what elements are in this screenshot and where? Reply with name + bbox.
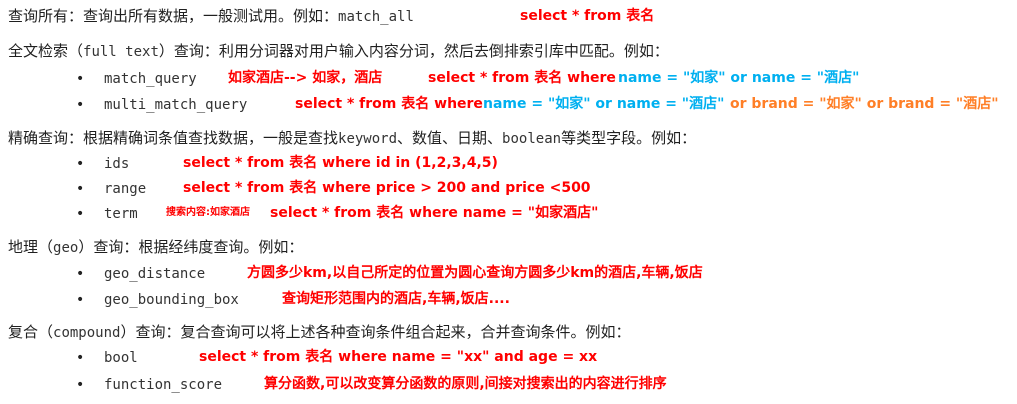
- query-term: function_score: [104, 377, 223, 393]
- example-note: 查询矩形范围内的酒店,车辆,饭店....: [282, 291, 510, 307]
- section-text: 、数值、日期、: [397, 129, 503, 147]
- list-item-term: • term 搜索内容:如家酒店 select * from 表名 where n…: [76, 202, 598, 225]
- section-compound: 复合（compound）查询：复合查询可以将上述各种查询条件组合起来，合并查询条…: [8, 321, 630, 344]
- section-text: 等类型字段。例如：: [561, 129, 697, 147]
- bullet: •: [76, 292, 85, 308]
- example-note: 算分函数,可以改变算分函数的原则,间接对搜索出的内容进行排序: [264, 376, 667, 392]
- query-term: compound: [53, 325, 121, 341]
- search-content-note: 搜索内容:如家酒店: [166, 207, 250, 218]
- example-note: 如家酒店--> 如家，酒店: [228, 70, 383, 86]
- sql-example: select * from 表名 where id in (1,2,3,4,5): [183, 155, 498, 171]
- list-item-multi-match-query: • multi_match_query select * from 表名 wher…: [76, 93, 999, 116]
- query-term: range: [104, 181, 147, 197]
- list-item-ids: • ids select * from 表名 where id in (1,2,3…: [76, 152, 498, 175]
- sql-example: select * from 表名 where name = "xx" and a…: [199, 349, 598, 365]
- bullet: •: [76, 377, 85, 393]
- sql-example: select * from 表名 where price > 200 and p…: [183, 180, 591, 196]
- list-item-bool: • bool select * from 表名 where name = "xx"…: [76, 346, 597, 369]
- section-text: ）查询：根据经纬度查询。例如：: [78, 238, 304, 256]
- query-term: term: [104, 206, 138, 222]
- section-exact: 精确查询：根据精确词条值查找数据，一般是查找keyword、数值、日期、bool…: [8, 127, 696, 150]
- bullet: •: [76, 206, 85, 222]
- sql-example: select * from 表名 where name = "如家酒店": [270, 205, 599, 221]
- query-term: match_query: [104, 71, 197, 87]
- section-text: ）查询：利用分词器对用户输入内容分词，然后去倒排索引库中匹配。例如：: [158, 42, 669, 60]
- query-term: match_all: [338, 9, 414, 25]
- list-item-function-score: • function_score 算分函数,可以改变算分函数的原则,间接对搜索出的…: [76, 373, 667, 396]
- sql-condition-extra: or brand = "如家" or brand = "酒店": [730, 96, 999, 112]
- query-term: bool: [104, 350, 138, 366]
- list-item-match-query: • match_query 如家酒店--> 如家，酒店 select * from…: [76, 67, 859, 90]
- query-term: keyword: [338, 131, 398, 147]
- bullet: •: [76, 71, 85, 87]
- document: 查询所有：查询出所有数据，一般测试用。例如：match_all select *…: [0, 0, 1017, 404]
- section-text: 全文检索（: [8, 42, 84, 60]
- list-item-geo-bounding-box: • geo_bounding_box 查询矩形范围内的酒店,车辆,饭店....: [76, 288, 510, 311]
- sql-example: select * from 表名 where: [428, 70, 616, 86]
- bullet: •: [76, 266, 85, 282]
- bullet: •: [76, 181, 85, 197]
- sql-condition: name = "如家" or name = "酒店": [618, 70, 860, 86]
- bullet: •: [76, 350, 85, 366]
- query-term: geo_distance: [104, 266, 206, 282]
- section-text: 地理（: [8, 238, 54, 256]
- query-term: multi_match_query: [104, 97, 248, 113]
- sql-example: select * from 表名 where: [295, 96, 483, 112]
- example-note: 方圆多少km,以自己所定的位置为圆心查询方圆多少km的酒店,车辆,饭店: [247, 265, 703, 281]
- bullet: •: [76, 97, 85, 113]
- query-term: boolean: [502, 131, 562, 147]
- section-text: 精确查询：根据精确词条值查找数据，一般是查找: [8, 129, 339, 147]
- section-text: 查询所有：查询出所有数据，一般测试用。例如：: [8, 7, 339, 25]
- section-text: ）查询：复合查询可以将上述各种查询条件组合起来，合并查询条件。例如：: [120, 323, 631, 341]
- section-geo: 地理（geo）查询：根据经纬度查询。例如：: [8, 236, 303, 259]
- query-term: full text: [83, 44, 159, 60]
- sql-condition: name = "如家" or name = "酒店": [483, 96, 725, 112]
- section-full-text: 全文检索（full text）查询：利用分词器对用户输入内容分词，然后去倒排索引…: [8, 40, 669, 63]
- section-text: 复合（: [8, 323, 54, 341]
- query-term: ids: [104, 156, 130, 172]
- sql-example: select * from 表名: [520, 8, 655, 24]
- query-term: geo_bounding_box: [104, 292, 239, 308]
- section-match-all: 查询所有：查询出所有数据，一般测试用。例如：match_all select *…: [8, 5, 654, 28]
- query-term: geo: [53, 240, 79, 256]
- bullet: •: [76, 156, 85, 172]
- list-item-range: • range select * from 表名 where price > 20…: [76, 177, 591, 200]
- list-item-geo-distance: • geo_distance 方圆多少km,以自己所定的位置为圆心查询方圆多少km…: [76, 262, 703, 285]
